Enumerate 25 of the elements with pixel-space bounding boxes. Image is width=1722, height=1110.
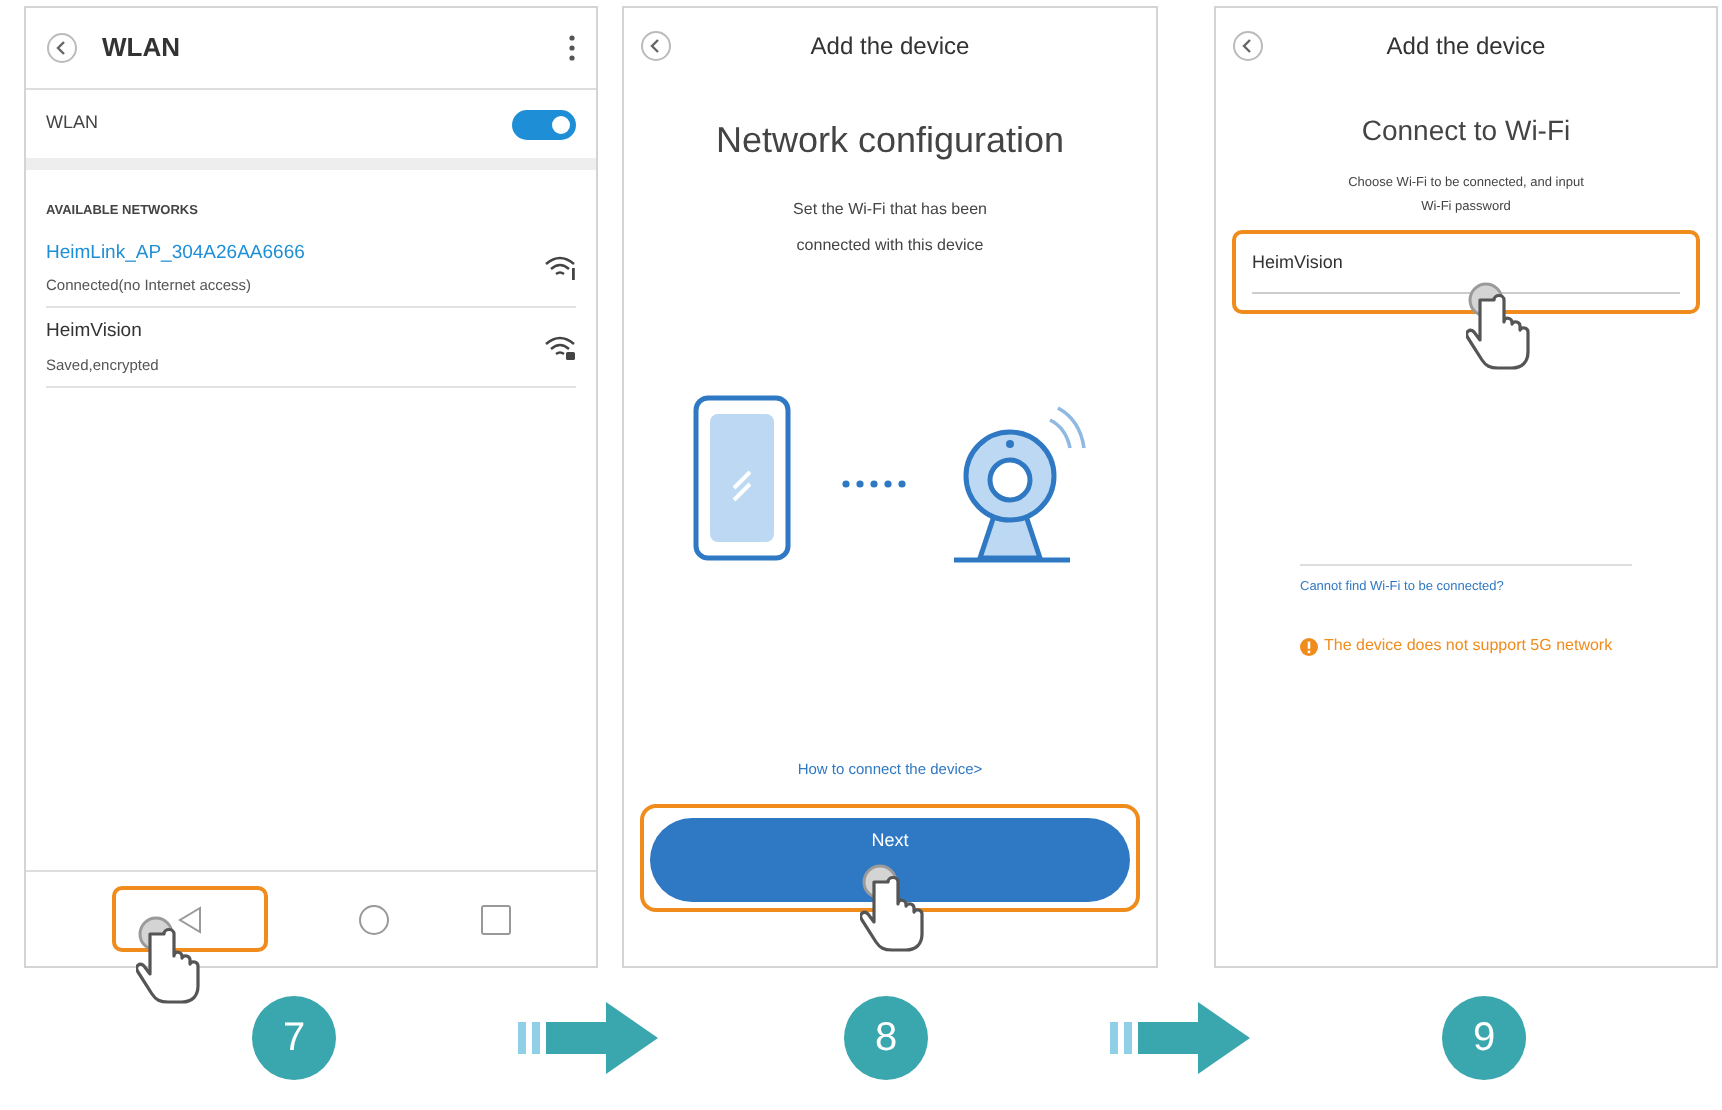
- square-recent-icon[interactable]: [479, 903, 511, 935]
- back-icon[interactable]: [640, 30, 672, 62]
- step-number: 8: [844, 996, 928, 1080]
- network-name: HeimVision: [46, 318, 144, 347]
- triangle-back-icon: [177, 905, 201, 933]
- network-name: HeimLink_AP_304A26AA6666: [46, 239, 305, 268]
- instruction-text: Set the Wi-Fi that has been connected with this device: [791, 198, 989, 258]
- back-icon[interactable]: [46, 32, 78, 64]
- more-menu-icon[interactable]: [568, 34, 576, 62]
- home-circle-icon[interactable]: [357, 903, 389, 935]
- warning-icon: [1300, 637, 1318, 655]
- screen-title: WLAN: [102, 30, 182, 67]
- setting-label: WLAN: [46, 110, 99, 137]
- screen-title: Add the device: [810, 30, 970, 64]
- screen-heading: Connect to Wi-Fi: [1359, 112, 1573, 150]
- step-number: 7: [252, 996, 336, 1080]
- next-button[interactable]: Next: [650, 818, 1130, 902]
- screen-title: Add the device: [1386, 30, 1546, 64]
- back-icon[interactable]: [1232, 30, 1264, 62]
- wlan-toggle[interactable]: [512, 109, 576, 139]
- screen-heading: Network configuration: [713, 118, 1067, 164]
- step-number: 9: [1442, 996, 1526, 1080]
- warning-text: The device does not support 5G network: [1324, 634, 1613, 658]
- arrow-icon: [518, 998, 662, 1078]
- arrow-icon: [1110, 998, 1254, 1078]
